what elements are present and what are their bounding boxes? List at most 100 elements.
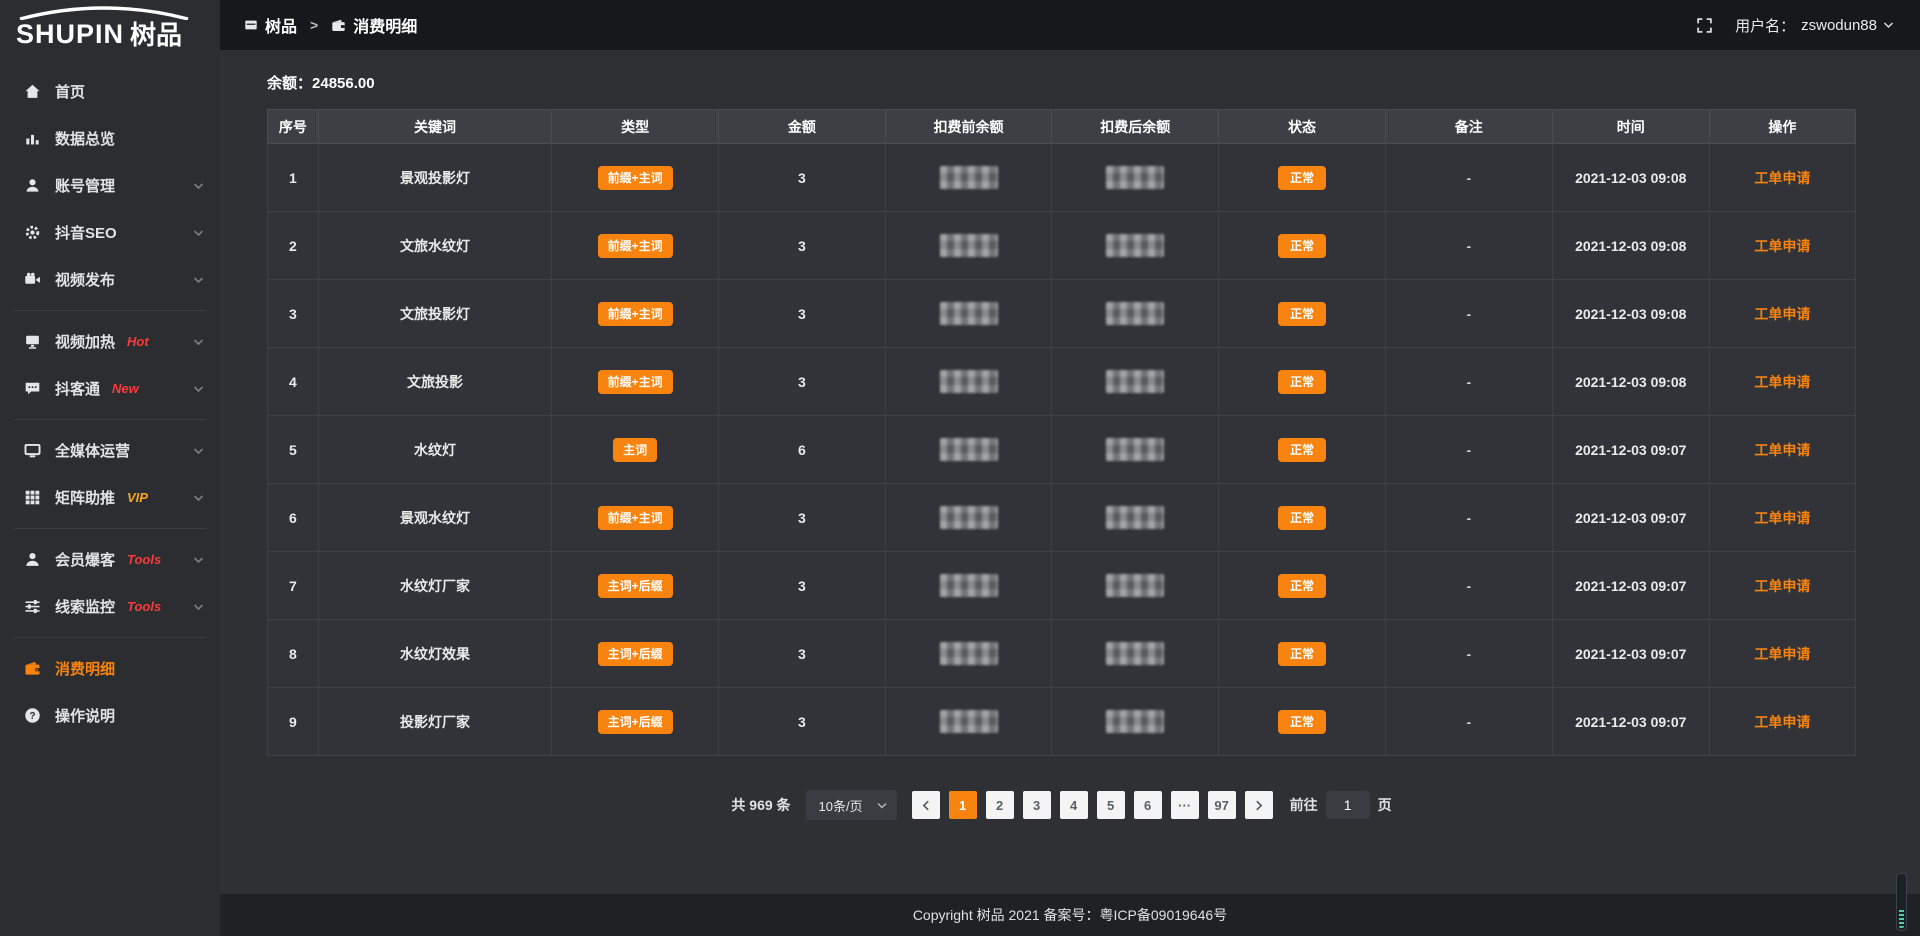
- masked-balance: [1106, 574, 1164, 597]
- masked-balance: [1106, 302, 1164, 325]
- keyword-cell: 文旅水纹灯: [318, 212, 551, 280]
- sidebar-item-video-publish[interactable]: 视频发布: [0, 256, 220, 303]
- keyword-cell: 文旅投影: [318, 348, 551, 416]
- chevron-down-icon: [877, 802, 887, 809]
- time-cell: 2021-12-03 09:08: [1552, 212, 1709, 280]
- work-order-link[interactable]: 工单申请: [1754, 442, 1810, 458]
- brand-logo[interactable]: SHUPIN 树品: [0, 0, 220, 52]
- logo-text-en: SHUPIN: [16, 21, 124, 48]
- status-badge: 正常: [1278, 234, 1326, 258]
- pagination-ellipsis[interactable]: ···: [1171, 791, 1199, 819]
- sidebar: SHUPIN 树品 首页 数据总览 账号管理 抖音SEO: [0, 0, 220, 936]
- sidebar-item-home[interactable]: 首页: [0, 68, 220, 115]
- remark-cell: -: [1385, 416, 1552, 484]
- sidebar-item-member-burst[interactable]: 会员爆客 Tools: [0, 536, 220, 583]
- app-window-icon: [244, 18, 258, 32]
- remark-cell: -: [1385, 280, 1552, 348]
- menu-divider: [14, 419, 206, 420]
- index-cell: 3: [268, 280, 319, 348]
- footer: Copyright 树品 2021 备案号：粤ICP备09019646号: [220, 894, 1920, 936]
- keyword-cell: 景观投影灯: [318, 144, 551, 212]
- sidebar-item-account-management[interactable]: 账号管理: [0, 162, 220, 209]
- question-circle-icon: ?: [24, 707, 41, 724]
- pagination-page-button[interactable]: 1: [949, 791, 977, 819]
- pagination-next-button[interactable]: [1245, 791, 1273, 819]
- chevron-down-icon: [193, 447, 204, 455]
- sidebar-item-operation-guide[interactable]: ? 操作说明: [0, 692, 220, 739]
- amount-cell: 3: [718, 688, 885, 756]
- vip-tag: VIP: [127, 490, 148, 505]
- work-order-link[interactable]: 工单申请: [1754, 238, 1810, 254]
- sidebar-item-video-heating[interactable]: 视频加热 Hot: [0, 318, 220, 365]
- type-cell: 主词+后缀: [552, 552, 719, 620]
- type-badge: 前缀+主词: [598, 302, 673, 326]
- pagination-total: 共 969 条: [731, 795, 790, 815]
- sidebar-item-media-operation[interactable]: 全媒体运营: [0, 427, 220, 474]
- sidebar-item-data-overview[interactable]: 数据总览: [0, 115, 220, 162]
- time-cell: 2021-12-03 09:07: [1552, 416, 1709, 484]
- amount-cell: 3: [718, 552, 885, 620]
- pagination-prev-button[interactable]: [912, 791, 940, 819]
- copyright-text: Copyright 树品 2021 备案号：粤ICP备09019646号: [913, 905, 1227, 925]
- masked-balance: [1106, 642, 1164, 665]
- pagination-page-button[interactable]: 4: [1060, 791, 1088, 819]
- work-order-link[interactable]: 工单申请: [1754, 646, 1810, 662]
- pagination-page-button[interactable]: 2: [986, 791, 1014, 819]
- pagination-page-button[interactable]: 3: [1023, 791, 1051, 819]
- keyword-cell: 水纹灯效果: [318, 620, 551, 688]
- hot-tag: Hot: [127, 334, 149, 349]
- work-order-link[interactable]: 工单申请: [1754, 578, 1810, 594]
- table-row: 3 文旅投影灯 前缀+主词 3 正常 - 2021-12-03 09:08 工单…: [268, 280, 1856, 348]
- work-order-link[interactable]: 工单申请: [1754, 170, 1810, 186]
- main-content: 余额：24856.00 序号 关键词 类型 金额 扣费前余额 扣费后余额 状态 …: [220, 50, 1920, 894]
- type-cell: 前缀+主词: [552, 212, 719, 280]
- breadcrumb-current[interactable]: 消费明细: [331, 13, 417, 37]
- masked-balance: [1106, 234, 1164, 257]
- pagination-page-button[interactable]: 97: [1208, 791, 1236, 819]
- status-cell: 正常: [1219, 552, 1386, 620]
- keyword-cell: 景观水纹灯: [318, 484, 551, 552]
- amount-cell: 3: [718, 620, 885, 688]
- remark-cell: -: [1385, 144, 1552, 212]
- table-header-row: 序号 关键词 类型 金额 扣费前余额 扣费后余额 状态 备注 时间 操作: [268, 110, 1856, 144]
- consumption-table: 序号 关键词 类型 金额 扣费前余额 扣费后余额 状态 备注 时间 操作 1 景…: [267, 109, 1856, 756]
- fullscreen-icon[interactable]: [1696, 17, 1713, 34]
- goto-page-input[interactable]: [1326, 791, 1370, 819]
- pagination-goto: 前往 页: [1290, 791, 1392, 819]
- balance: 余额：24856.00: [267, 72, 1856, 93]
- amount-cell: 3: [718, 144, 885, 212]
- status-cell: 正常: [1219, 212, 1386, 280]
- type-badge: 主词+后缀: [598, 574, 673, 598]
- index-cell: 9: [268, 688, 319, 756]
- pre-balance-cell: [885, 212, 1052, 280]
- type-cell: 前缀+主词: [552, 144, 719, 212]
- chevron-down-icon: [193, 603, 204, 611]
- pre-balance-cell: [885, 484, 1052, 552]
- pagination-page-button[interactable]: 5: [1097, 791, 1125, 819]
- screen-boost-icon: [24, 333, 41, 350]
- pagination-page-button[interactable]: 6: [1134, 791, 1162, 819]
- table-row: 8 水纹灯效果 主词+后缀 3 正常 - 2021-12-03 09:07 工单…: [268, 620, 1856, 688]
- goto-label: 前往: [1290, 795, 1318, 815]
- post-balance-cell: [1052, 484, 1219, 552]
- sidebar-item-consumption-detail[interactable]: 消费明细: [0, 645, 220, 692]
- masked-balance: [1106, 370, 1164, 393]
- scroll-indicator[interactable]: [1896, 873, 1907, 931]
- remark-cell: -: [1385, 212, 1552, 280]
- work-order-link[interactable]: 工单申请: [1754, 306, 1810, 322]
- column-header-pre-balance: 扣费前余额: [885, 110, 1052, 144]
- sidebar-item-matrix-boost[interactable]: 矩阵助推 VIP: [0, 474, 220, 521]
- page-size-select[interactable]: 10条/页: [806, 790, 897, 820]
- work-order-link[interactable]: 工单申请: [1754, 510, 1810, 526]
- masked-balance: [1106, 438, 1164, 461]
- sidebar-item-lead-monitor[interactable]: 线索监控 Tools: [0, 583, 220, 630]
- sidebar-item-douyin-seo[interactable]: 抖音SEO: [0, 209, 220, 256]
- post-balance-cell: [1052, 280, 1219, 348]
- status-badge: 正常: [1278, 642, 1326, 666]
- work-order-link[interactable]: 工单申请: [1754, 374, 1810, 390]
- work-order-link[interactable]: 工单申请: [1754, 714, 1810, 730]
- user-menu[interactable]: 用户名： zswodun88: [1735, 15, 1894, 36]
- breadcrumb-root[interactable]: 树品: [244, 13, 297, 37]
- sidebar-item-doukertong[interactable]: 抖客通 New: [0, 365, 220, 412]
- masked-balance: [940, 642, 998, 665]
